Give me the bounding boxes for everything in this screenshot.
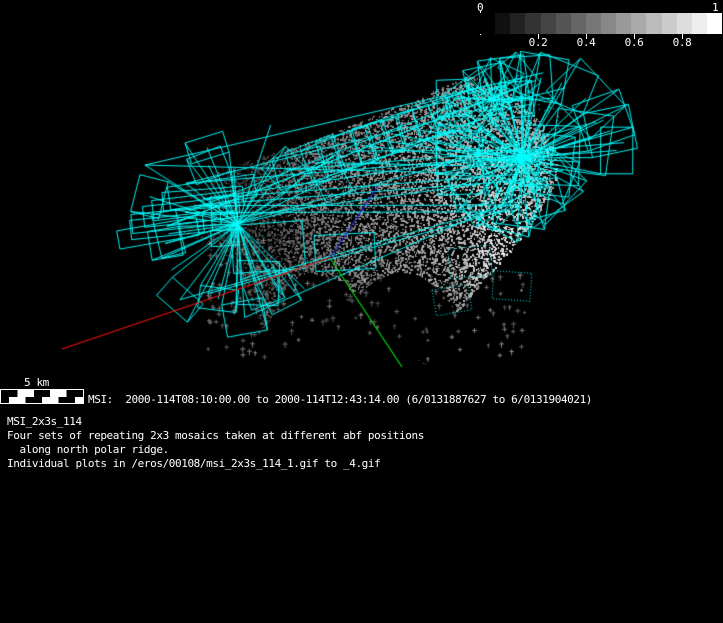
colorbar-segment: [616, 13, 632, 34]
caption-title: MSI_2x3s_114: [7, 415, 82, 428]
scale-bar-checker-bottom: [1, 396, 83, 403]
colorbar-segment: [691, 13, 707, 34]
caption-line-2: along north polar ridge.: [7, 443, 169, 456]
colorbar-segment: [676, 13, 692, 34]
colorbar-segment: [525, 13, 541, 34]
colorbar-tick-label: 0.2: [528, 36, 548, 49]
caption-line-1: Four sets of repeating 2x3 mosaics taken…: [7, 429, 424, 442]
colorbar-segment: [601, 13, 617, 34]
colorbar-segment: [495, 13, 511, 34]
colorbar-gradient: [480, 13, 722, 34]
colorbar-segment: [631, 13, 647, 34]
colorbar-segment: [510, 13, 526, 34]
shape-model-view: [0, 0, 723, 412]
colorbar-tick-label: 0.8: [672, 36, 692, 49]
scale-bar-label: 5 km: [24, 376, 49, 389]
colorbar-tick-label: 0.6: [624, 36, 644, 49]
caption-line-3: Individual plots in /eros/00108/msi_2x3s…: [7, 457, 381, 470]
status-line: MSI: 2000-114T08:10:00.00 to 2000-114T12…: [88, 393, 593, 406]
colorbar-segment: [555, 13, 571, 34]
colorbar-segment: [585, 13, 601, 34]
caption-block: MSI_2x3s_114 Four sets of repeating 2x3 …: [7, 415, 424, 471]
plot-window: 0 1 0.2 0.4 0.6 0.8 5 km MSI: 2000-114T08:1…: [0, 0, 723, 623]
colorbar-segment: [540, 13, 556, 34]
colorbar-segment: [661, 13, 677, 34]
colorbar-segment: [706, 13, 722, 34]
colorbar-segment: [480, 13, 496, 34]
scale-bar-checker: [0, 389, 84, 404]
colorbar-segment: [570, 13, 586, 34]
colorbar-segment: [646, 13, 662, 34]
colorbar-tick-label: 0.4: [576, 36, 596, 49]
